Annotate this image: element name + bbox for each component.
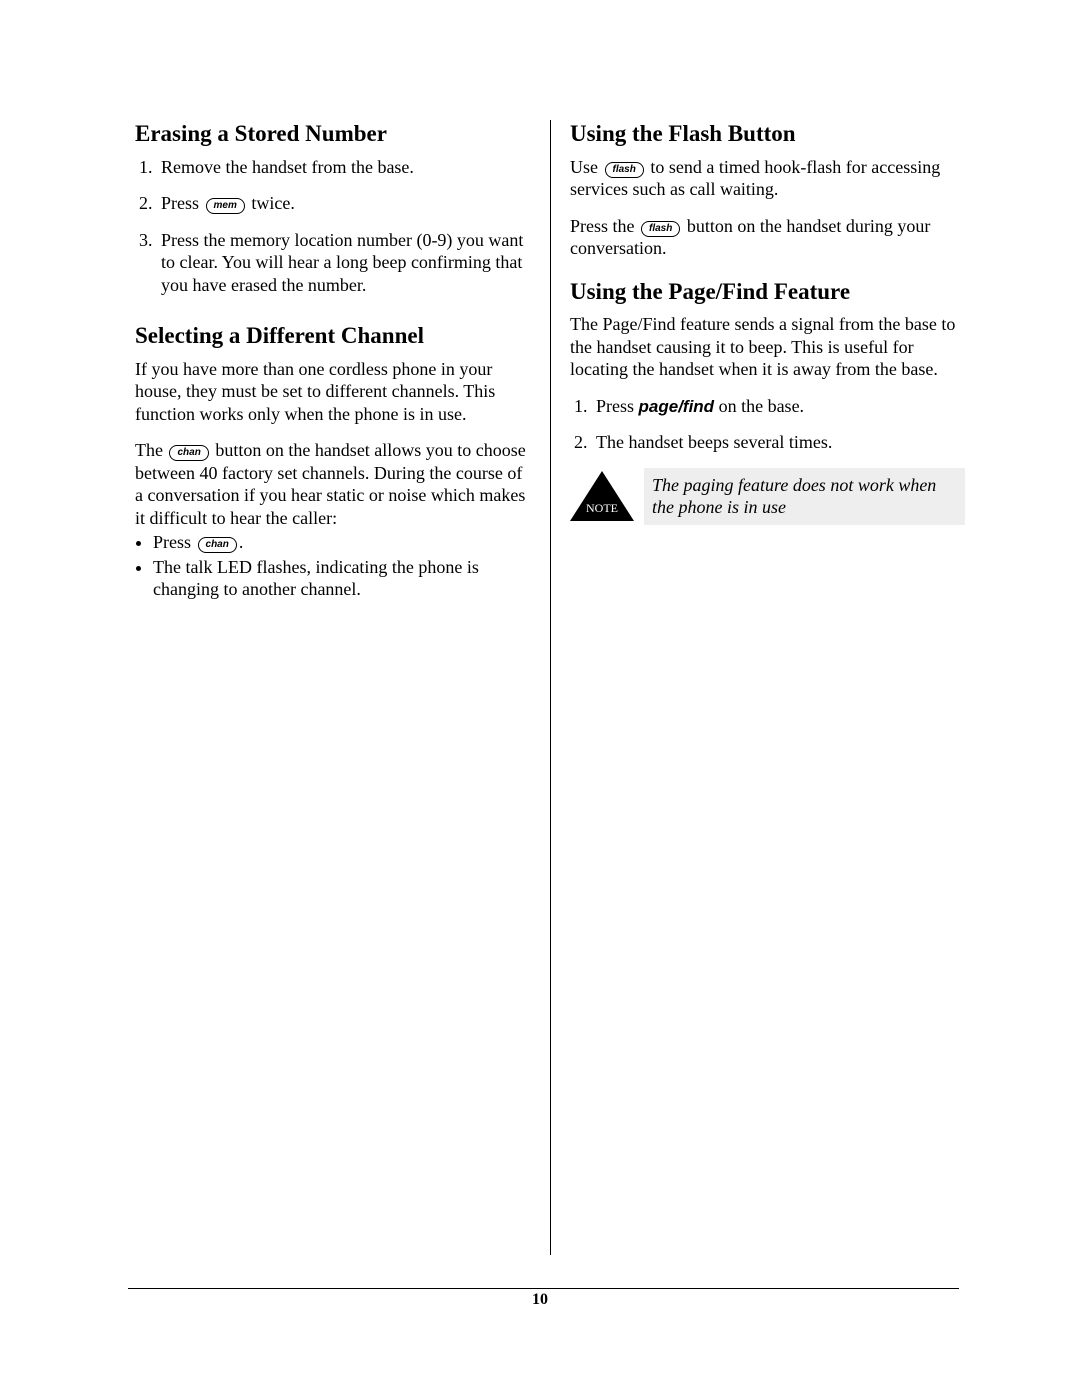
list-item: The handset beeps several times. [592, 431, 965, 454]
erase-steps: Remove the handset from the base. Press … [135, 156, 530, 297]
heading-flash-button: Using the Flash Button [570, 120, 965, 148]
column-right: Using the Flash Button Use flash to send… [550, 120, 965, 603]
note-callout: NOTE The paging feature does not work wh… [570, 468, 965, 525]
chan-button-icon: chan [169, 445, 208, 461]
footer-divider [128, 1288, 959, 1289]
pagefind-steps: Press page/find on the base. The handset… [570, 395, 965, 454]
text: Press the [570, 216, 639, 236]
note-label: NOTE [577, 501, 627, 516]
text: The [135, 440, 167, 460]
heading-erasing-stored-number: Erasing a Stored Number [135, 120, 530, 148]
paragraph: Press the flash button on the handset du… [570, 215, 965, 260]
list-item: Press the memory location number (0-9) y… [157, 229, 530, 297]
paragraph: If you have more than one cordless phone… [135, 358, 530, 426]
list-item: Press mem twice. [157, 192, 530, 215]
column-divider [550, 120, 551, 1255]
page-find-label: page/find [639, 397, 715, 416]
text: twice. [247, 193, 295, 213]
flash-button-icon: flash [641, 221, 680, 237]
chan-button-icon: chan [198, 537, 237, 553]
mem-button-icon: mem [206, 198, 245, 214]
text: on the base. [714, 396, 804, 416]
list-item: The talk LED flashes, indicating the pho… [153, 556, 530, 601]
note-triangle-icon: NOTE [570, 471, 634, 521]
flash-button-icon: flash [605, 162, 644, 178]
text: Press [161, 193, 204, 213]
paragraph: Use flash to send a timed hook-flash for… [570, 156, 965, 201]
paragraph: The Page/Find feature sends a signal fro… [570, 313, 965, 381]
heading-selecting-channel: Selecting a Different Channel [135, 322, 530, 350]
note-text: The paging feature does not work when th… [644, 468, 965, 525]
list-item: Press chan. [153, 531, 530, 554]
list-item: Remove the handset from the base. [157, 156, 530, 179]
list-item: Press page/find on the base. [592, 395, 965, 418]
paragraph: The chan button on the handset allows yo… [135, 439, 530, 529]
text: Use [570, 157, 603, 177]
column-left: Erasing a Stored Number Remove the hands… [135, 120, 550, 603]
heading-page-find: Using the Page/Find Feature [570, 278, 965, 306]
text: . [239, 532, 244, 552]
page-number: 10 [0, 1291, 1080, 1309]
page: Erasing a Stored Number Remove the hands… [0, 0, 1080, 1397]
text: Press [596, 396, 639, 416]
channel-bullets: Press chan. The talk LED flashes, indica… [135, 531, 530, 601]
text: Press [153, 532, 196, 552]
